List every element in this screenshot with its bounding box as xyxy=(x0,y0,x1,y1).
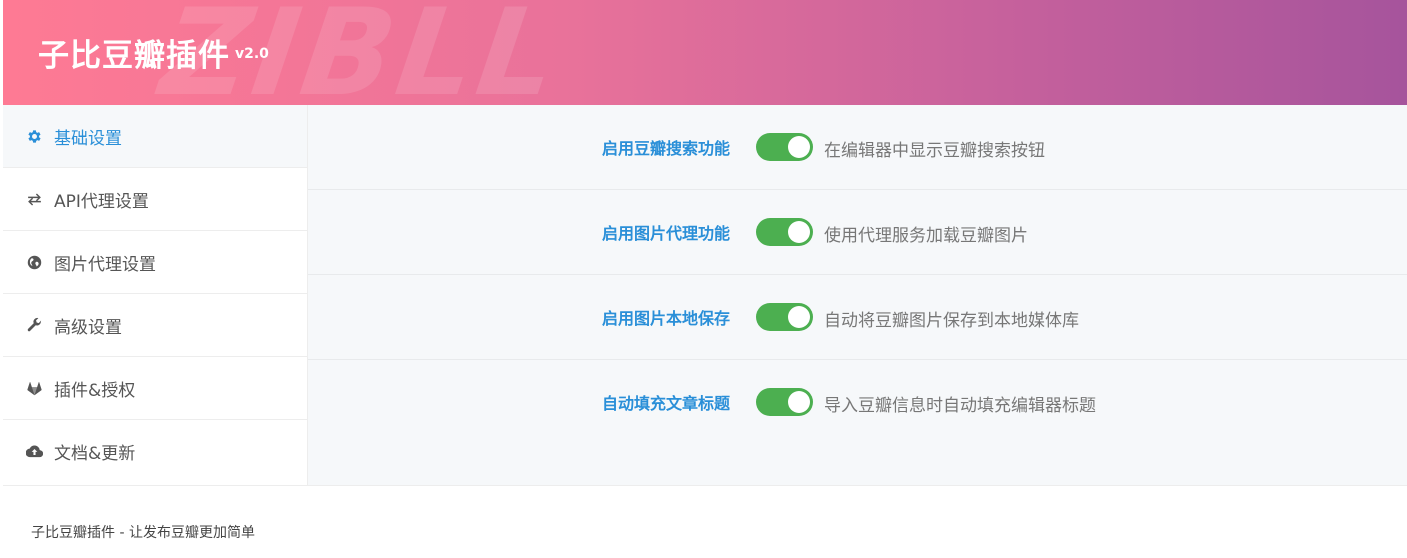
sidebar-item-label: 图片代理设置 xyxy=(54,254,156,275)
exchange-icon xyxy=(24,189,44,209)
settings-content: 启用豆瓣搜索功能 在编辑器中显示豆瓣搜索按钮 启用图片代理功能 使用代理服务加载… xyxy=(307,105,1407,485)
sidebar-item-basic-settings[interactable]: 基础设置 xyxy=(3,105,307,168)
toggle-knob xyxy=(788,306,810,328)
sidebar-item-advanced[interactable]: 高级设置 xyxy=(3,294,307,357)
setting-row-image-proxy: 启用图片代理功能 使用代理服务加载豆瓣图片 xyxy=(308,190,1407,275)
gear-icon xyxy=(24,126,44,146)
sidebar-item-label: 基础设置 xyxy=(54,128,122,149)
douban-search-toggle[interactable] xyxy=(756,133,813,161)
page-title: 子比豆瓣插件 xyxy=(38,38,230,74)
sidebar-item-image-proxy[interactable]: 图片代理设置 xyxy=(3,231,307,294)
setting-label: 启用图片本地保存 xyxy=(601,309,730,328)
toggle-knob xyxy=(788,221,810,243)
settings-panel: ZIBLL 子比豆瓣插件 v2.0 基础设置 API代理设置 图片代理设置 高级… xyxy=(3,0,1407,558)
sidebar-item-label: 插件&授权 xyxy=(54,380,136,401)
setting-row-image-local-save: 启用图片本地保存 自动将豆瓣图片保存到本地媒体库 xyxy=(308,275,1407,360)
setting-description: 在编辑器中显示豆瓣搜索按钮 xyxy=(824,141,1045,161)
setting-description: 自动将豆瓣图片保存到本地媒体库 xyxy=(824,311,1079,331)
sidebar-item-label: API代理设置 xyxy=(54,191,149,212)
setting-row-douban-search: 启用豆瓣搜索功能 在编辑器中显示豆瓣搜索按钮 xyxy=(308,105,1407,190)
auto-fill-title-toggle[interactable] xyxy=(756,388,813,416)
setting-label: 启用图片代理功能 xyxy=(601,224,730,243)
sidebar-item-api-proxy[interactable]: API代理设置 xyxy=(3,168,307,231)
setting-description: 导入豆瓣信息时自动填充编辑器标题 xyxy=(824,396,1096,416)
footer-divider xyxy=(3,485,1407,486)
wrench-icon xyxy=(24,315,44,335)
header-banner: ZIBLL 子比豆瓣插件 v2.0 xyxy=(3,0,1407,105)
toggle-knob xyxy=(788,136,810,158)
toggle-knob xyxy=(788,391,810,413)
setting-label: 自动填充文章标题 xyxy=(601,394,730,413)
setting-description: 使用代理服务加载豆瓣图片 xyxy=(824,226,1028,246)
sidebar-item-plugin-license[interactable]: 插件&授权 xyxy=(3,357,307,420)
sidebar-item-docs-updates[interactable]: 文档&更新 xyxy=(3,420,307,483)
sidebar-item-label: 文档&更新 xyxy=(54,444,136,464)
setting-label: 启用豆瓣搜索功能 xyxy=(601,139,730,158)
gitlab-icon xyxy=(24,378,44,398)
image-proxy-toggle[interactable] xyxy=(756,218,813,246)
sidebar-nav: 基础设置 API代理设置 图片代理设置 高级设置 插件&授权 文档&更新 xyxy=(3,105,307,485)
image-local-save-toggle[interactable] xyxy=(756,303,813,331)
sidebar-item-label: 高级设置 xyxy=(54,317,122,338)
setting-row-auto-fill-title: 自动填充文章标题 导入豆瓣信息时自动填充编辑器标题 xyxy=(308,360,1407,445)
cloud-upload-icon xyxy=(24,442,44,462)
footer-text: 子比豆瓣插件 - 让发布豆瓣更加简单 xyxy=(31,525,255,541)
version-badge: v2.0 xyxy=(235,46,269,62)
globe-icon xyxy=(24,252,44,272)
